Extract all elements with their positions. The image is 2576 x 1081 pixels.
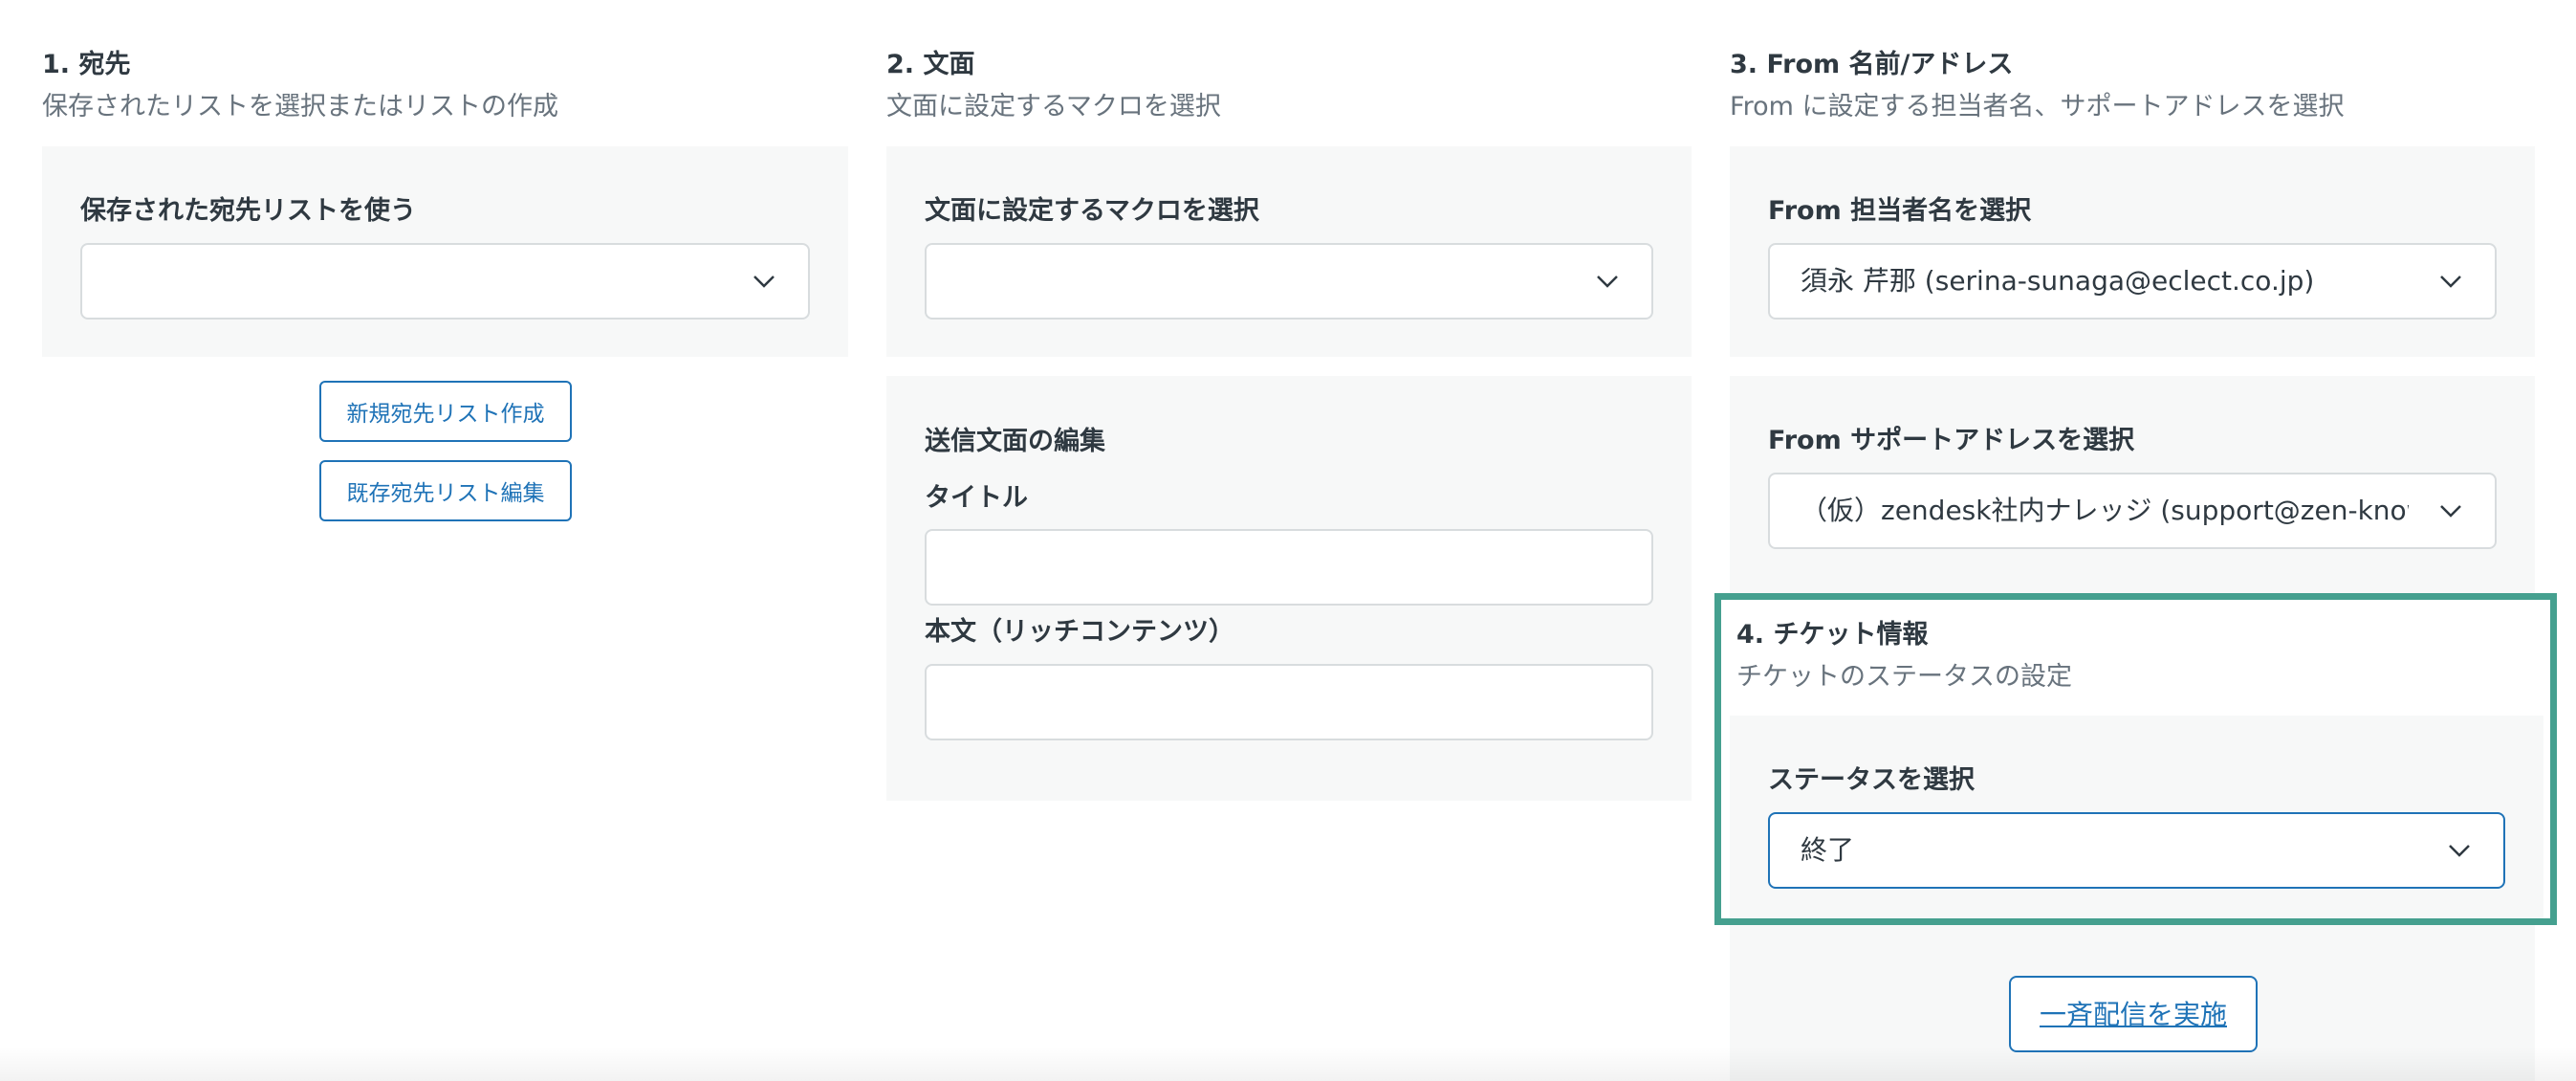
- macro-label: 文面に設定するマクロを選択: [925, 196, 1259, 226]
- status-label: ステータスを選択: [1768, 765, 1975, 795]
- recipients-description: 保存されたリストを選択またはリストの作成: [42, 92, 558, 121]
- chevron-down-icon: [2440, 276, 2461, 288]
- edit-list-button[interactable]: 既存宛先リスト編集: [319, 460, 572, 521]
- support-address-label: From サポートアドレスを選択: [1768, 426, 2135, 455]
- message-title: 2. 文面: [886, 50, 975, 79]
- from-title: 3. From 名前/アドレス: [1730, 50, 2014, 79]
- edit-message-heading: 送信文面の編集: [925, 427, 1105, 456]
- saved-list-select[interactable]: [80, 243, 810, 320]
- ticket-description: チケットのステータスの設定: [1736, 662, 2072, 692]
- message-description: 文面に設定するマクロを選択: [886, 92, 1221, 121]
- chevron-down-icon: [2449, 845, 2470, 857]
- new-list-button[interactable]: 新規宛先リスト作成: [319, 381, 572, 442]
- ticket-title: 4. チケット情報: [1736, 620, 1929, 650]
- macro-select[interactable]: [925, 243, 1653, 320]
- agent-label: From 担当者名を選択: [1768, 196, 2032, 226]
- status-panel: ステータスを選択 終了: [1730, 716, 2543, 918]
- agent-select[interactable]: 須永 芹那 (serina-sunaga@eclect.co.jp): [1768, 243, 2497, 320]
- agent-value: 須永 芹那 (serina-sunaga@eclect.co.jp): [1801, 265, 2315, 297]
- macro-panel: 文面に設定するマクロを選択: [886, 146, 1692, 357]
- chevron-down-icon: [2440, 505, 2461, 518]
- support-address-value: （仮）zendesk社内ナレッジ (support@zen-knowledge: [1801, 495, 2409, 526]
- status-select[interactable]: 終了: [1768, 812, 2505, 889]
- support-address-select[interactable]: （仮）zendesk社内ナレッジ (support@zen-knowledge: [1768, 473, 2497, 549]
- title-label: タイトル: [925, 483, 1028, 513]
- edit-message-panel: 送信文面の編集 タイトル 本文（リッチコンテンツ）: [886, 376, 1692, 801]
- chevron-down-icon: [1597, 276, 1618, 288]
- saved-list-label: 保存された宛先リストを使う: [80, 196, 416, 226]
- recipients-title: 1. 宛先: [42, 50, 131, 79]
- status-value: 終了: [1801, 834, 1855, 866]
- body-label: 本文（リッチコンテンツ）: [925, 617, 1234, 647]
- agent-panel: From 担当者名を選択 須永 芹那 (serina-sunaga@eclect…: [1730, 146, 2535, 357]
- chevron-down-icon: [753, 276, 775, 288]
- bulk-send-button[interactable]: 一斉配信を実施: [2009, 976, 2258, 1052]
- support-address-panel: From サポートアドレスを選択 （仮）zendesk社内ナレッジ (suppo…: [1730, 376, 2535, 593]
- saved-list-panel: 保存された宛先リストを使う: [42, 146, 848, 357]
- ticket-section-highlight: 4. チケット情報 チケットのステータスの設定 ステータスを選択 終了: [1714, 593, 2557, 925]
- body-editor[interactable]: [925, 664, 1653, 740]
- from-description: From に設定する担当者名、サポートアドレスを選択: [1730, 92, 2345, 121]
- title-input[interactable]: [925, 529, 1653, 606]
- actions-panel: 一斉配信を実施: [1730, 925, 2535, 1081]
